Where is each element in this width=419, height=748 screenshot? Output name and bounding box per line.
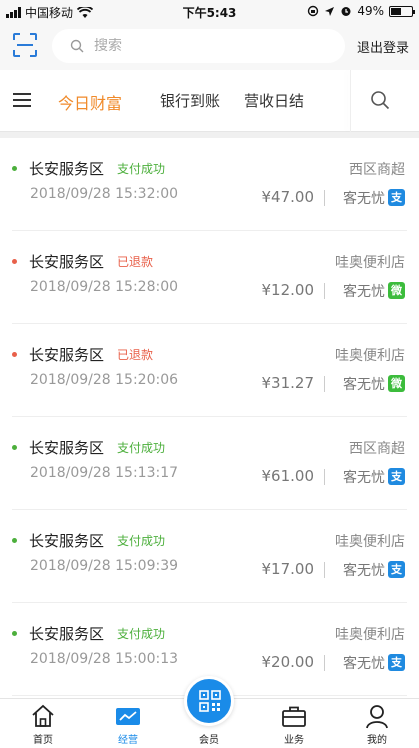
payment-status: 已退款 — [117, 255, 154, 269]
payment-status: 支付成功 — [117, 441, 166, 455]
wechat-icon: 微 — [388, 375, 405, 392]
transaction-row[interactable]: 长安服务区 已退款 哇奥便利店 2018/09/28 15:28:00 ¥12.… — [0, 231, 419, 324]
nav-mine-label: 我的 — [367, 735, 387, 746]
search-header: 退出登录 — [0, 22, 419, 70]
channel-name: 客无忧 — [343, 656, 385, 672]
transaction-amount: ¥17.00 — [261, 560, 315, 578]
channel-name: 客无忧 — [343, 191, 385, 207]
status-dot — [12, 445, 17, 450]
location-icon — [325, 6, 335, 16]
scan-icon[interactable] — [12, 32, 38, 58]
payment-status: 支付成功 — [117, 534, 166, 548]
qrcode-icon — [199, 690, 221, 712]
transaction-time: 2018/09/28 15:32:00 — [30, 186, 179, 202]
channel-name: 客无忧 — [343, 284, 385, 300]
status-dot — [12, 352, 17, 357]
divider — [324, 283, 325, 299]
status-dot — [12, 631, 17, 636]
search-icon[interactable] — [370, 90, 390, 110]
divider — [324, 655, 325, 671]
channel-name: 客无忧 — [343, 563, 385, 579]
nav-services-label: 业务 — [284, 735, 304, 746]
divider — [324, 562, 325, 578]
transaction-time: 2018/09/28 15:13:17 — [30, 465, 179, 481]
transaction-time: 2018/09/28 15:09:39 — [30, 558, 179, 574]
transaction-amount: ¥31.27 — [261, 374, 315, 392]
store-name: 西区商超 — [349, 441, 405, 457]
merchant-name: 长安服务区 — [29, 253, 105, 271]
transaction-row[interactable]: 长安服务区 支付成功 哇奥便利店 2018/09/28 15:09:39 ¥17… — [0, 510, 419, 603]
nav-member-label: 会员 — [199, 735, 219, 746]
divider — [324, 190, 325, 206]
store-name: 哇奥便利店 — [335, 627, 405, 643]
briefcase-icon — [282, 706, 306, 727]
status-dot — [12, 259, 17, 264]
nav-home[interactable]: 首页 — [13, 703, 73, 746]
logout-button[interactable]: 退出登录 — [357, 37, 409, 56]
transaction-amount: ¥12.00 — [261, 281, 315, 299]
merchant-name: 长安服务区 — [29, 160, 105, 178]
transaction-list[interactable]: 长安服务区 支付成功 西区商超 2018/09/28 15:32:00 ¥47.… — [0, 138, 419, 698]
channel-name: 客无忧 — [343, 377, 385, 393]
search-box[interactable] — [52, 29, 345, 63]
tab-bank-arrival[interactable]: 银行到账 — [160, 90, 220, 111]
alipay-icon: 支 — [388, 654, 405, 671]
tab-today-wealth[interactable]: 今日财富 — [58, 90, 122, 114]
tab-daily-settlement[interactable]: 营收日结 — [244, 90, 304, 111]
transaction-row[interactable]: 长安服务区 支付成功 西区商超 2018/09/28 15:13:17 ¥61.… — [0, 417, 419, 510]
chart-icon — [116, 708, 140, 725]
search-icon — [70, 39, 84, 53]
merchant-name: 长安服务区 — [29, 439, 105, 457]
store-name: 哇奥便利店 — [335, 534, 405, 550]
transaction-row[interactable]: 长安服务区 支付成功 西区商超 2018/09/28 15:32:00 ¥47.… — [0, 138, 419, 231]
payment-status: 已退款 — [117, 348, 154, 362]
user-icon — [366, 705, 388, 729]
tab-divider — [350, 70, 351, 132]
merchant-name: 长安服务区 — [29, 532, 105, 550]
wechat-icon: 微 — [388, 282, 405, 299]
payment-status: 支付成功 — [117, 162, 166, 176]
nav-home-label: 首页 — [33, 735, 53, 746]
nav-mine[interactable]: 我的 — [347, 703, 407, 746]
menu-icon[interactable] — [12, 92, 32, 108]
transaction-amount: ¥20.00 — [261, 653, 315, 671]
tab-bar: 今日财富 银行到账 营收日结 — [0, 70, 419, 132]
channel-name: 客无忧 — [343, 470, 385, 486]
divider — [324, 469, 325, 485]
store-name: 哇奥便利店 — [335, 348, 405, 364]
nav-services[interactable]: 业务 — [264, 703, 324, 746]
divider — [324, 376, 325, 392]
member-qr-button[interactable] — [184, 676, 234, 726]
rotation-lock-icon — [308, 5, 319, 17]
alipay-icon: 支 — [388, 189, 405, 206]
nav-business-label: 经营 — [118, 735, 138, 746]
store-name: 西区商超 — [349, 162, 405, 178]
transaction-amount: ¥47.00 — [261, 188, 315, 206]
store-name: 哇奥便利店 — [335, 255, 405, 271]
transaction-time: 2018/09/28 15:28:00 — [30, 279, 179, 295]
alarm-icon — [341, 7, 351, 16]
transaction-row[interactable]: 长安服务区 已退款 哇奥便利店 2018/09/28 15:20:06 ¥31.… — [0, 324, 419, 417]
transaction-amount: ¥61.00 — [261, 467, 315, 485]
status-dot — [12, 538, 17, 543]
battery-icon — [389, 5, 415, 17]
merchant-name: 长安服务区 — [29, 346, 105, 364]
alipay-icon: 支 — [388, 468, 405, 485]
status-dot — [12, 166, 17, 171]
alipay-icon: 支 — [388, 561, 405, 578]
home-icon — [32, 704, 54, 727]
status-bar: 中国移动 下午5:43 49% — [0, 0, 419, 22]
transaction-time: 2018/09/28 15:00:13 — [30, 651, 179, 667]
transaction-time: 2018/09/28 15:20:06 — [30, 372, 179, 388]
merchant-name: 长安服务区 — [29, 625, 105, 643]
nav-business[interactable]: 经营 — [98, 703, 158, 746]
payment-status: 支付成功 — [117, 627, 166, 641]
battery-percent: 49% — [357, 4, 384, 18]
search-input[interactable] — [94, 38, 314, 54]
